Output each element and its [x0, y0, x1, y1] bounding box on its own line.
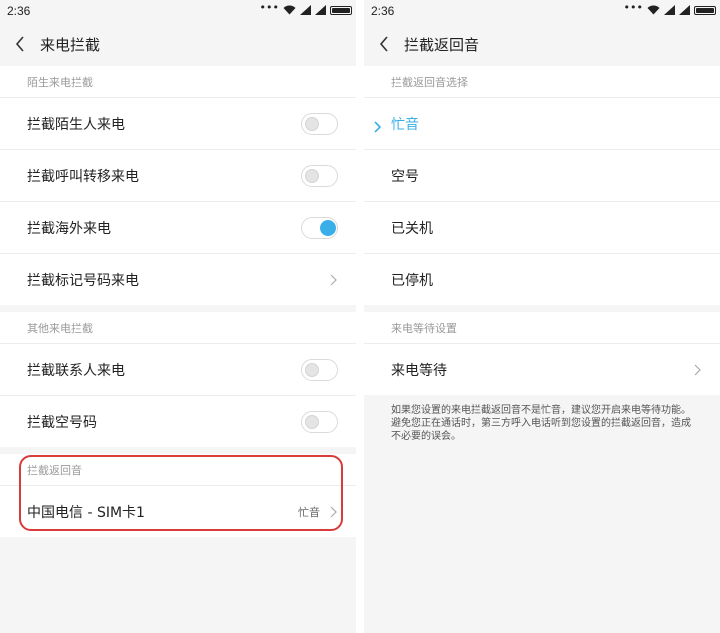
title-bar: 来电拦截 — [0, 22, 356, 66]
selected-chevron-icon — [374, 118, 382, 137]
status-bar: 2:36 ••• — [364, 0, 720, 22]
chevron-right-icon — [328, 273, 338, 287]
section-header: 来电等待设置 — [391, 321, 457, 335]
status-bar: 2:36 ••• — [0, 0, 356, 22]
row-sim1-return-tone[interactable]: 中国电信 - SIM卡1 忙音 — [0, 485, 356, 537]
row-block-overseas[interactable]: 拦截海外来电 — [0, 201, 356, 253]
toggle-knob — [305, 414, 319, 429]
row-block-strangers[interactable]: 拦截陌生人来电 — [0, 97, 356, 149]
status-time: 2:36 — [371, 4, 395, 18]
section-header: 拦截返回音选择 — [391, 75, 468, 89]
option-powered-off[interactable]: 已关机 — [364, 201, 720, 253]
toggle-knob — [320, 219, 336, 236]
back-button[interactable] — [366, 22, 402, 66]
row-label: 拦截联系人来电 — [27, 362, 125, 379]
signal-icon — [300, 5, 311, 15]
row-value: 忙音 — [298, 505, 320, 519]
toggle-block-forwarded[interactable] — [301, 164, 338, 187]
option-busy-tone[interactable]: 忙音 — [364, 97, 720, 149]
row-label: 拦截陌生人来电 — [27, 116, 125, 133]
more-dots-icon: ••• — [623, 1, 643, 14]
toggle-block-empty-numbers[interactable] — [301, 410, 338, 433]
section-header: 其他来电拦截 — [27, 321, 93, 335]
section-gap — [0, 447, 356, 454]
row-label: 拦截呼叫转移来电 — [27, 168, 139, 185]
section-gap — [364, 305, 720, 312]
toggle-knob — [305, 362, 319, 377]
settings-list: 陌生来电拦截 拦截陌生人来电 拦截呼叫转移来电 拦截海外来电 拦截标记号码来电 — [0, 66, 356, 537]
call-blocking-screen: 2:36 ••• 来电拦截 陌生来电拦截 拦截陌生人来电 拦截呼叫转移来电 拦截… — [0, 0, 356, 633]
option-label: 已停机 — [391, 272, 433, 289]
status-time: 2:36 — [7, 4, 31, 18]
signal-icon — [664, 5, 675, 15]
section-gap — [0, 305, 356, 312]
row-label: 中国电信 - SIM卡1 — [27, 504, 145, 521]
other-call-section: 其他来电拦截 拦截联系人来电 拦截空号码 — [0, 312, 356, 447]
section-header: 拦截返回音 — [27, 463, 82, 477]
page-title: 拦截返回音 — [404, 35, 480, 54]
status-icons: ••• — [623, 1, 716, 15]
option-label: 忙音 — [391, 116, 419, 133]
row-call-waiting[interactable]: 来电等待 — [364, 343, 720, 395]
option-suspended[interactable]: 已停机 — [364, 253, 720, 305]
wifi-icon — [283, 5, 296, 15]
signal-icon — [679, 5, 690, 15]
title-bar: 拦截返回音 — [364, 22, 720, 66]
return-tone-choice-section: 拦截返回音选择 忙音 空号 已关机 已停机 — [364, 66, 720, 305]
chevron-right-icon — [692, 363, 702, 377]
return-tone-screen: 2:36 ••• 拦截返回音 拦截返回音选择 忙音 空号 已关机 已停机 来电等… — [364, 0, 720, 633]
row-label: 拦截标记号码来电 — [27, 272, 139, 289]
row-block-forwarded[interactable]: 拦截呼叫转移来电 — [0, 149, 356, 201]
toggle-block-strangers[interactable] — [301, 112, 338, 135]
wifi-icon — [647, 5, 660, 15]
return-tone-section: 拦截返回音 中国电信 - SIM卡1 忙音 — [0, 454, 356, 537]
back-arrow-icon — [15, 36, 24, 52]
toggle-knob — [305, 168, 319, 183]
chevron-right-icon — [328, 505, 338, 519]
battery-icon — [330, 5, 352, 15]
option-label: 已关机 — [391, 220, 433, 237]
battery-icon — [694, 5, 716, 15]
signal-icon — [315, 5, 326, 15]
call-waiting-note: 如果您设置的来电拦截返回音不是忙音，建议您开启来电等待功能。避免您正在通话时，第… — [364, 395, 720, 443]
section-header: 陌生来电拦截 — [27, 75, 93, 89]
row-block-marked-numbers[interactable]: 拦截标记号码来电 — [0, 253, 356, 305]
more-dots-icon: ••• — [259, 1, 279, 14]
row-block-contacts[interactable]: 拦截联系人来电 — [0, 343, 356, 395]
row-label: 拦截海外来电 — [27, 220, 111, 237]
row-label: 来电等待 — [391, 362, 447, 379]
back-arrow-icon — [379, 36, 388, 52]
settings-list: 拦截返回音选择 忙音 空号 已关机 已停机 来电等待设置 来电等待 如果您设置的… — [364, 66, 720, 443]
toggle-block-contacts[interactable] — [301, 358, 338, 381]
row-block-empty-numbers[interactable]: 拦截空号码 — [0, 395, 356, 447]
status-icons: ••• — [259, 1, 352, 15]
call-waiting-section: 来电等待设置 来电等待 如果您设置的来电拦截返回音不是忙音，建议您开启来电等待功… — [364, 312, 720, 443]
page-title: 来电拦截 — [40, 35, 101, 54]
row-label: 拦截空号码 — [27, 414, 97, 431]
toggle-knob — [305, 116, 319, 131]
toggle-block-overseas[interactable] — [301, 216, 338, 239]
option-empty-number[interactable]: 空号 — [364, 149, 720, 201]
option-label: 空号 — [391, 168, 419, 185]
stranger-call-section: 陌生来电拦截 拦截陌生人来电 拦截呼叫转移来电 拦截海外来电 拦截标记号码来电 — [0, 66, 356, 305]
back-button[interactable] — [2, 22, 38, 66]
